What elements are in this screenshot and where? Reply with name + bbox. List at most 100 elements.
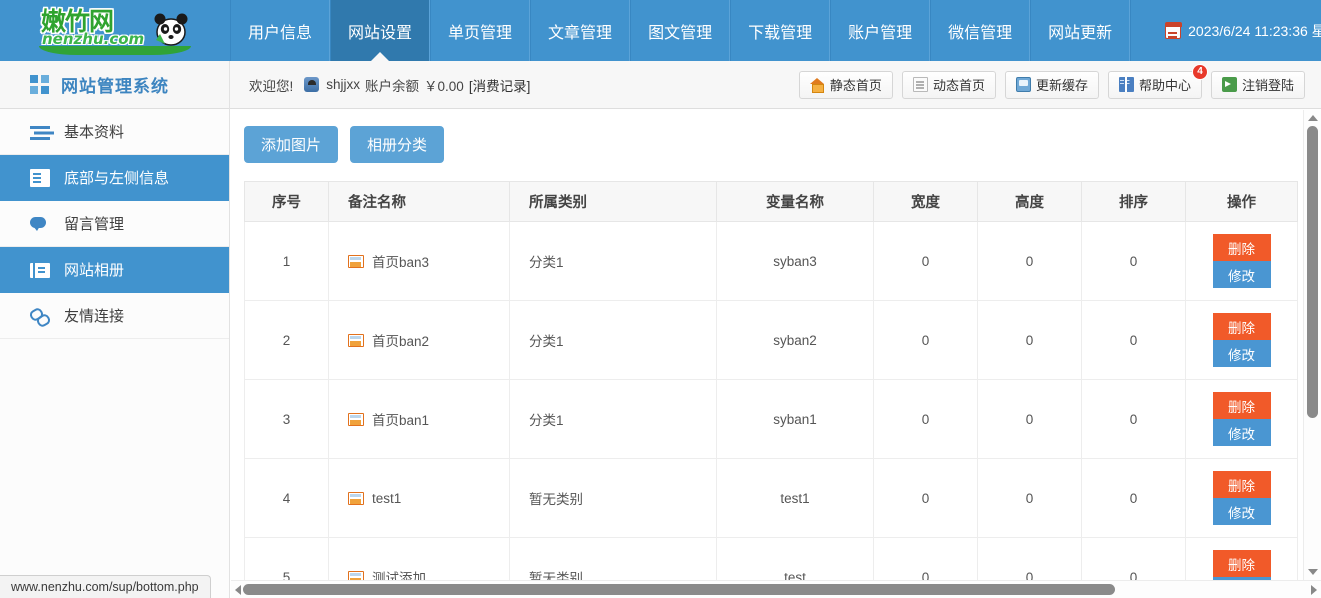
help-center-button[interactable]: 帮助中心 4 bbox=[1107, 63, 1208, 99]
sidebar-item-friendly-links[interactable]: 友情连接 bbox=[0, 293, 229, 339]
logout-icon bbox=[1221, 77, 1237, 92]
cell-index: 2 bbox=[244, 300, 329, 380]
sidebar-item-label: 留言管理 bbox=[64, 216, 125, 233]
logout-button[interactable]: 注销登陆 bbox=[1210, 70, 1305, 99]
image-icon bbox=[348, 412, 364, 426]
clock-display: 2023/6/24 11:23:36 星期六 bbox=[1130, 0, 1321, 61]
table-row: 2 首页ban2 分类1 syban2 0 0 0 删除 修改 bbox=[244, 300, 1298, 380]
book-icon bbox=[1118, 77, 1134, 92]
column-header-sort: 排序 bbox=[1081, 181, 1186, 222]
cell-index: 4 bbox=[244, 458, 329, 538]
cell-name-text: 测试添加 bbox=[372, 571, 426, 580]
nav-item-article[interactable]: 文章管理 bbox=[530, 0, 631, 61]
nav-item-single-page[interactable]: 单页管理 bbox=[430, 0, 531, 61]
edit-button[interactable]: 修改 bbox=[1212, 261, 1271, 288]
delete-button[interactable]: 删除 bbox=[1212, 234, 1271, 261]
cell-index: 1 bbox=[244, 221, 329, 301]
panda-icon bbox=[154, 13, 188, 46]
cell-width: 0 bbox=[873, 458, 978, 538]
cell-name: test1 bbox=[328, 458, 510, 538]
delete-button[interactable]: 删除 bbox=[1212, 313, 1271, 340]
scroll-up-arrow-icon[interactable] bbox=[1308, 115, 1318, 121]
edit-button[interactable]: 修改 bbox=[1212, 498, 1271, 525]
home-icon bbox=[809, 77, 825, 93]
edit-button[interactable]: 修改 bbox=[1212, 419, 1271, 446]
scroll-right-arrow-icon[interactable] bbox=[1311, 585, 1317, 595]
scroll-down-arrow-icon[interactable] bbox=[1308, 569, 1318, 575]
cell-category: 暂无类别 bbox=[509, 458, 717, 538]
cell-category: 暂无类别 bbox=[509, 537, 717, 580]
table-row: 3 首页ban1 分类1 syban1 0 0 0 删除 修改 bbox=[244, 379, 1298, 459]
nav-item-wechat[interactable]: 微信管理 bbox=[930, 0, 1031, 61]
nav-item-download[interactable]: 下载管理 bbox=[730, 0, 831, 61]
vertical-scrollbar[interactable] bbox=[1303, 110, 1321, 580]
main-content: 添加图片 相册分类 序号 备注名称 所属类别 变量名称 宽度 高度 排序 操作 bbox=[231, 110, 1303, 580]
delete-button[interactable]: 删除 bbox=[1212, 471, 1271, 498]
tool-label: 注销登陆 bbox=[1241, 78, 1294, 93]
cell-variable: test1 bbox=[716, 458, 874, 538]
refresh-cache-button[interactable]: 更新缓存 bbox=[1004, 70, 1099, 99]
cell-variable: syban1 bbox=[716, 379, 874, 459]
cell-operation: 删除修改 bbox=[1185, 300, 1298, 380]
album-category-button[interactable]: 相册分类 bbox=[350, 126, 445, 163]
refresh-cache-icon bbox=[1015, 77, 1031, 92]
cell-operation: 删除修改 bbox=[1185, 458, 1298, 538]
site-logo[interactable]: 嫩竹网 nenzhu.com bbox=[0, 0, 230, 61]
action-button-group: 添加图片 相册分类 bbox=[231, 110, 1303, 163]
sidebar-item-basic-info[interactable]: 基本资料 bbox=[0, 109, 229, 155]
cell-sort: 0 bbox=[1081, 300, 1186, 380]
cell-sort: 0 bbox=[1081, 221, 1186, 301]
table-header-row: 序号 备注名称 所属类别 变量名称 宽度 高度 排序 操作 bbox=[244, 181, 1298, 222]
delete-button[interactable]: 删除 bbox=[1212, 550, 1271, 577]
welcome-prefix: 欢迎您! bbox=[249, 78, 294, 94]
cell-name-text: 首页ban3 bbox=[372, 255, 430, 270]
add-image-button[interactable]: 添加图片 bbox=[244, 126, 339, 163]
username-label: shjjxx bbox=[326, 77, 361, 92]
table-row: 1 首页ban3 分类1 syban3 0 0 0 删除 修改 bbox=[244, 221, 1298, 301]
nav-label: 文章管理 bbox=[548, 24, 613, 42]
edit-button[interactable]: 修改 bbox=[1212, 340, 1271, 367]
column-header-width: 宽度 bbox=[873, 181, 978, 222]
nav-item-site-update[interactable]: 网站更新 bbox=[1030, 0, 1131, 61]
dynamic-homepage-button[interactable]: 动态首页 bbox=[901, 70, 996, 99]
delete-button[interactable]: 删除 bbox=[1212, 392, 1271, 419]
cell-name: 首页ban3 bbox=[328, 221, 510, 301]
cell-operation: 删除修改 bbox=[1185, 379, 1298, 459]
sidebar-item-message-management[interactable]: 留言管理 bbox=[0, 201, 229, 247]
static-homepage-button[interactable]: 静态首页 bbox=[798, 70, 893, 99]
nav-item-account[interactable]: 账户管理 bbox=[830, 0, 931, 61]
image-icon bbox=[348, 333, 364, 347]
image-icon bbox=[348, 254, 364, 268]
nav-item-user-info[interactable]: 用户信息 bbox=[230, 0, 331, 61]
column-header-index: 序号 bbox=[244, 181, 329, 222]
cell-name: 测试添加 bbox=[328, 537, 510, 580]
system-title: 网站管理系统 bbox=[61, 77, 169, 96]
cell-sort: 0 bbox=[1081, 537, 1186, 580]
consume-record-link[interactable]: [消费记录] bbox=[469, 75, 531, 95]
cell-variable: syban2 bbox=[716, 300, 874, 380]
scroll-left-arrow-icon[interactable] bbox=[235, 585, 241, 595]
sidebar-item-label: 网站相册 bbox=[64, 262, 125, 279]
cell-category: 分类1 bbox=[509, 221, 717, 301]
column-header-operation: 操作 bbox=[1185, 181, 1298, 222]
cell-name-text: 首页ban2 bbox=[372, 334, 430, 349]
cell-operation: 删除修改 bbox=[1185, 221, 1298, 301]
cell-category: 分类1 bbox=[509, 379, 717, 459]
sidebar-item-label: 友情连接 bbox=[64, 308, 125, 325]
horizontal-scrollbar-thumb[interactable] bbox=[243, 584, 1115, 595]
help-center-badge: 4 bbox=[1191, 63, 1208, 80]
cell-category: 分类1 bbox=[509, 300, 717, 380]
nav-item-image-text[interactable]: 图文管理 bbox=[630, 0, 731, 61]
sidebar-item-site-album[interactable]: 网站相册 bbox=[0, 247, 229, 293]
horizontal-scrollbar[interactable] bbox=[231, 580, 1321, 598]
nav-item-site-settings[interactable]: 网站设置 bbox=[330, 0, 431, 61]
logo-domain-text: nenzhu.com bbox=[42, 29, 145, 48]
vertical-scrollbar-thumb[interactable] bbox=[1307, 126, 1318, 418]
tool-label: 帮助中心 bbox=[1138, 78, 1191, 93]
sidebar: 基本资料 底部与左侧信息 留言管理 网站相册 友情连接 bbox=[0, 109, 230, 598]
main-menu: 用户信息 网站设置 单页管理 文章管理 图文管理 下载管理 账户管理 微信管理 … bbox=[230, 0, 1131, 61]
cell-index: 5 bbox=[244, 537, 329, 580]
sidebar-item-footer-left-info[interactable]: 底部与左侧信息 bbox=[0, 155, 229, 201]
clock-text: 2023/6/24 11:23:36 星期六 bbox=[1188, 22, 1321, 39]
sub-header-bar: 网站管理系统 欢迎您! shjjxx 账户余额 ￥0.00 [消费记录] 静态首… bbox=[0, 60, 1321, 109]
